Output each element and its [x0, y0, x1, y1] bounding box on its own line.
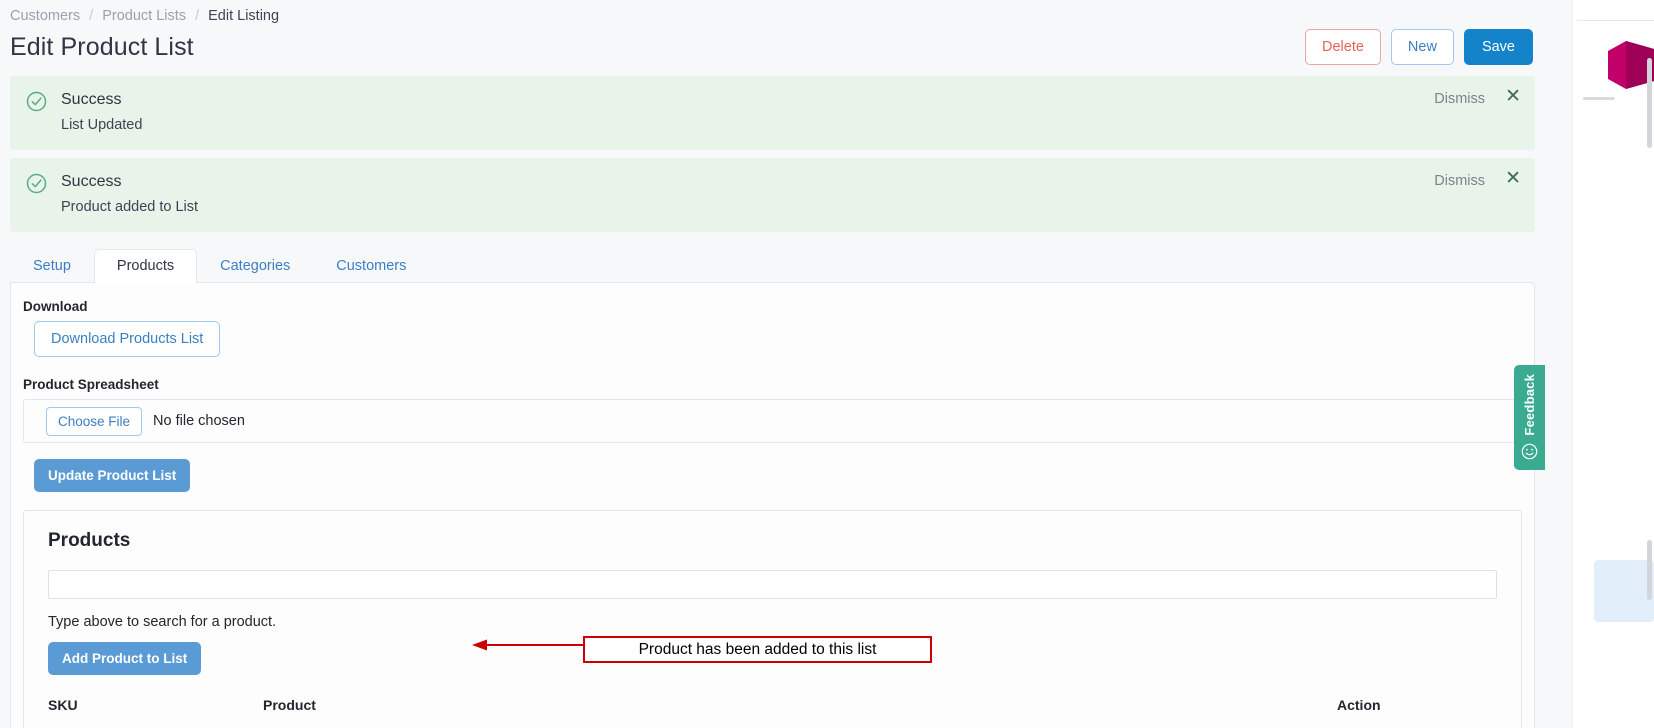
- add-product-to-list-button[interactable]: Add Product to List: [48, 642, 202, 675]
- secondary-window-panel: [1545, 0, 1654, 728]
- products-section: Products Type above to search for a prod…: [23, 510, 1522, 728]
- annotation-callout: Product has been added to this list: [583, 636, 932, 663]
- table-header-row: SKU Product Action: [48, 697, 1497, 728]
- product-search-input[interactable]: [48, 570, 1497, 599]
- product-search-hint: Type above to search for a product.: [48, 614, 277, 630]
- delete-button[interactable]: Delete: [1305, 28, 1381, 66]
- column-header-action: Action: [1337, 697, 1381, 713]
- breadcrumb: Customers / Product Lists / Edit Listing: [0, 0, 1545, 26]
- tab-setup[interactable]: Setup: [10, 249, 94, 283]
- new-button[interactable]: New: [1390, 28, 1454, 66]
- alert-title: Success: [61, 91, 122, 108]
- download-section-label: Download: [23, 299, 88, 314]
- column-header-product: Product: [263, 697, 316, 713]
- tab-customers[interactable]: Customers: [313, 249, 429, 283]
- page-header: Edit Product List Delete New Save: [0, 26, 1545, 68]
- success-alert-list-updated: Success List Updated Dismiss ✕: [10, 76, 1535, 150]
- alert-dismiss-link[interactable]: Dismiss: [1434, 91, 1485, 107]
- file-upload-row[interactable]: Choose File No file chosen: [23, 399, 1522, 443]
- column-header-sku: SKU: [48, 697, 78, 713]
- alert-dismiss-link[interactable]: Dismiss: [1434, 173, 1485, 189]
- close-icon[interactable]: ✕: [1505, 168, 1521, 190]
- save-button[interactable]: Save: [1463, 28, 1533, 66]
- file-status-text: No file chosen: [153, 413, 245, 429]
- feedback-tab-label: Feedback: [1522, 374, 1537, 436]
- feedback-tab[interactable]: Feedback: [1514, 365, 1545, 470]
- update-product-list-button[interactable]: Update Product List: [34, 459, 191, 492]
- page-action-buttons: Delete New Save: [1305, 28, 1533, 66]
- smiley-face-icon: [1521, 443, 1538, 465]
- breadcrumb-item-edit-listing: Edit Listing: [208, 8, 280, 24]
- breadcrumb-item-product-lists[interactable]: Product Lists: [102, 8, 186, 24]
- secondary-toolbar-divider: [1577, 20, 1654, 21]
- page-title: Edit Product List: [10, 32, 194, 61]
- annotation-arrow-icon: [472, 637, 584, 658]
- alert-message: List Updated: [61, 117, 143, 133]
- products-table: SKU Product Action TKF1 Desigual Girl's …: [48, 697, 1497, 728]
- secondary-placeholder-rule: [1583, 97, 1615, 100]
- scrollbar-thumb-top[interactable]: [1647, 58, 1652, 148]
- tab-bar: Setup Products Categories Customers: [10, 248, 1535, 283]
- download-products-list-button[interactable]: Download Products List: [34, 321, 221, 357]
- close-icon[interactable]: ✕: [1505, 86, 1521, 108]
- alert-title: Success: [61, 173, 122, 190]
- check-circle-icon: [26, 91, 47, 117]
- tab-products[interactable]: Products: [93, 249, 198, 283]
- success-alert-product-added: Success Product added to List Dismiss ✕: [10, 158, 1535, 232]
- check-circle-icon: [26, 173, 47, 199]
- breadcrumb-separator: /: [89, 8, 94, 24]
- alert-message: Product added to List: [61, 199, 199, 215]
- choose-file-button[interactable]: Choose File: [46, 406, 143, 436]
- tab-categories[interactable]: Categories: [197, 249, 313, 283]
- breadcrumb-separator: /: [195, 8, 200, 24]
- breadcrumb-item-customers[interactable]: Customers: [10, 8, 80, 24]
- application-viewport: Customers / Product Lists / Edit Listing…: [0, 0, 1545, 728]
- product-spreadsheet-label: Product Spreadsheet: [23, 377, 159, 392]
- screen-root: Customers / Product Lists / Edit Listing…: [0, 0, 1654, 728]
- annotation-text: Product has been added to this list: [638, 640, 877, 658]
- products-section-heading: Products: [48, 530, 131, 551]
- scrollbar-thumb-bottom[interactable]: [1647, 540, 1652, 600]
- secondary-placeholder-card: [1594, 560, 1654, 622]
